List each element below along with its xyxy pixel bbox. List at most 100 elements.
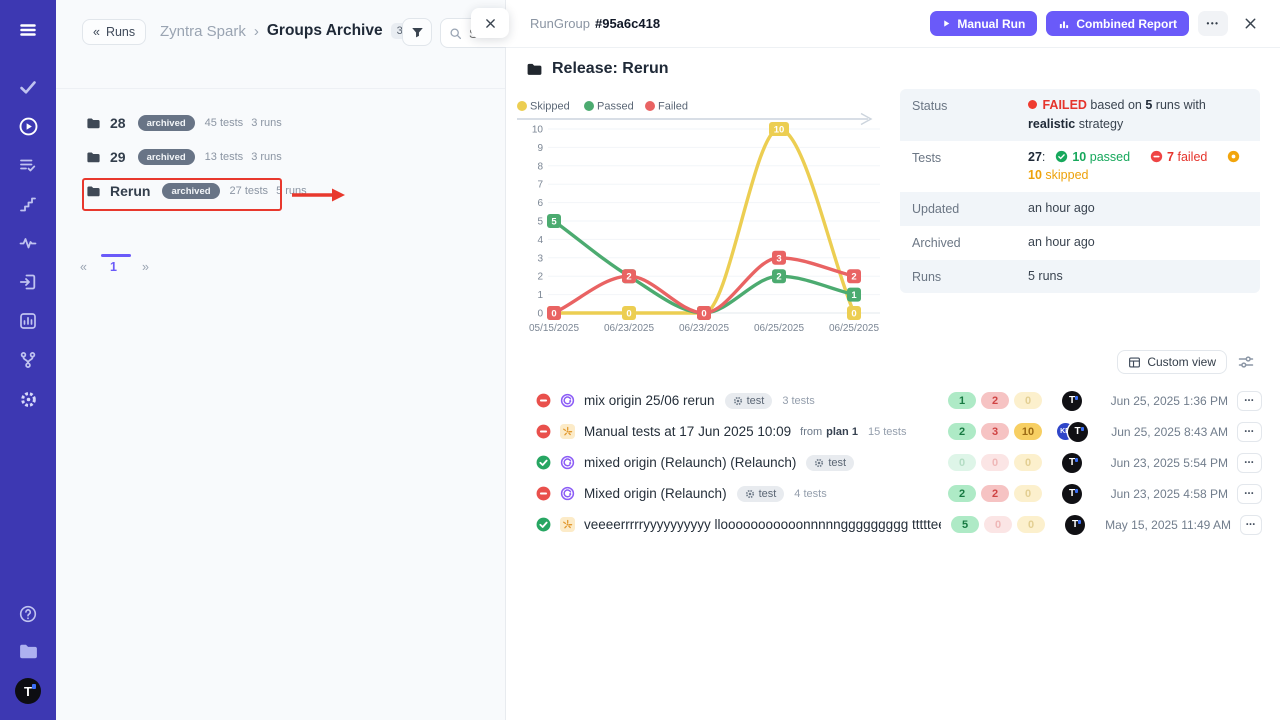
- tests-icon[interactable]: [12, 77, 44, 97]
- settings-gear-icon[interactable]: [12, 389, 44, 409]
- passed-count-pill: 1: [948, 392, 976, 409]
- avatar[interactable]: T: [1062, 484, 1082, 504]
- run-row[interactable]: mixed origin (Relaunch) (Relaunch) test 00…: [506, 447, 1280, 478]
- next-page-button[interactable]: »: [142, 260, 149, 274]
- status-row: Status FAILED based on 5 runs with reali…: [900, 89, 1260, 141]
- plan-link[interactable]: plan 1: [826, 426, 858, 438]
- archived-badge: archived: [162, 183, 219, 199]
- page-number[interactable]: 1: [110, 260, 117, 274]
- header-divider: [56, 88, 505, 89]
- avatar[interactable]: T: [1062, 391, 1082, 411]
- help-icon[interactable]: [12, 604, 44, 624]
- result-counts: 220: [948, 485, 1042, 502]
- svg-text:06/23/2025: 06/23/2025: [604, 323, 654, 334]
- panel-close-button[interactable]: [1243, 16, 1258, 31]
- combined-report-button[interactable]: Combined Report: [1046, 11, 1189, 36]
- manual-run-label: Manual Run: [957, 17, 1025, 31]
- prev-page-button[interactable]: «: [80, 260, 87, 274]
- custom-view-button[interactable]: Custom view: [1117, 350, 1227, 374]
- projects-folder-icon[interactable]: [12, 641, 44, 661]
- run-title[interactable]: mix origin 25/06 rerun: [584, 393, 715, 408]
- manual-run-icon: [560, 517, 584, 532]
- group-tests-count: 27 tests: [230, 185, 269, 197]
- archived-badge: archived: [138, 115, 195, 131]
- pulse-icon[interactable]: [12, 233, 44, 253]
- header-more-button[interactable]: •••: [1198, 11, 1228, 36]
- run-date: Jun 23, 2025 5:54 PM: [1102, 456, 1228, 470]
- rungroup-detail-panel: RunGroup #95a6c418 Manual Run Combined R…: [506, 0, 1280, 720]
- user-avatar[interactable]: T: [15, 678, 41, 704]
- sliders-icon[interactable]: [1238, 354, 1254, 370]
- back-to-runs-button[interactable]: « Runs: [82, 19, 146, 45]
- import-icon[interactable]: [12, 272, 44, 292]
- run-row[interactable]: Mixed origin (Relaunch) test 4 tests 220 T Ju…: [506, 478, 1280, 509]
- failed-status-icon: [536, 424, 560, 439]
- filter-button[interactable]: [402, 18, 432, 46]
- folder-icon: [86, 150, 101, 165]
- runs-icon[interactable]: [12, 116, 44, 136]
- run-title[interactable]: Manual tests at 17 Jun 2025 10:09: [584, 424, 791, 439]
- group-row[interactable]: 28 archived 45 tests 3 runs: [56, 106, 505, 140]
- row-more-button[interactable]: •••: [1237, 484, 1262, 504]
- skipped-count-pill: 0: [1017, 516, 1045, 533]
- result-counts: 500: [951, 516, 1045, 533]
- avatar[interactable]: T: [1068, 422, 1088, 442]
- updated-row: Updated an hour ago: [900, 192, 1260, 226]
- popover-close-button[interactable]: [471, 8, 509, 38]
- menu-icon[interactable]: [12, 20, 44, 40]
- row-more-button[interactable]: •••: [1237, 453, 1262, 473]
- info-label: Archived: [912, 233, 1028, 253]
- breadcrumb-project[interactable]: Zyntra Spark: [160, 23, 246, 40]
- tests-value: 27: 10 passed 7 failed 10 skipped: [1028, 148, 1248, 186]
- avatars: T: [1042, 391, 1102, 411]
- branches-icon[interactable]: [12, 350, 44, 370]
- svg-text:9: 9: [537, 143, 543, 154]
- svg-text:Failed: Failed: [658, 101, 688, 113]
- info-label: Runs: [912, 267, 1028, 287]
- search-icon: [449, 27, 462, 40]
- run-row[interactable]: mix origin 25/06 reruntest3 tests120TJun…: [506, 385, 1280, 416]
- steps-icon[interactable]: [12, 194, 44, 214]
- groups-panel: « Runs Zyntra Spark › Groups Archive 3: [56, 0, 506, 720]
- avatar[interactable]: T: [1062, 453, 1082, 473]
- failed-status-icon: [536, 486, 560, 501]
- run-date: Jun 23, 2025 4:58 PM: [1102, 487, 1228, 501]
- skipped-count-pill: 0: [1014, 392, 1042, 409]
- run-title[interactable]: Mixed origin (Relaunch): [584, 486, 727, 501]
- failed-count-pill: 0: [981, 454, 1009, 471]
- detail-header: RunGroup #95a6c418 Manual Run Combined R…: [506, 0, 1280, 48]
- run-row[interactable]: Manual tests at 17 Jun 2025 10:09frompla…: [506, 416, 1280, 447]
- tests-count: 3 tests: [782, 395, 814, 407]
- test-tag-badge: test: [737, 486, 785, 502]
- run-title[interactable]: veeeerrrrryyyyyyyyyy llooooooooooonnnnng…: [584, 517, 941, 532]
- group-row-rerun[interactable]: Rerun archived 27 tests 5 runs: [56, 174, 505, 208]
- row-more-button[interactable]: •••: [1237, 422, 1262, 442]
- svg-text:2: 2: [537, 272, 543, 283]
- run-title[interactable]: mixed origin (Relaunch) (Relaunch): [584, 455, 796, 470]
- runs-list: mix origin 25/06 reruntest3 tests120TJun…: [506, 385, 1280, 540]
- play-icon: [942, 19, 951, 28]
- run-row[interactable]: veeeerrrrryyyyyyyyyy llooooooooooonnnnng…: [506, 509, 1280, 540]
- page-title: Groups Archive: [267, 22, 383, 40]
- row-more-button[interactable]: •••: [1237, 391, 1262, 411]
- test-tag-badge: test: [806, 455, 854, 471]
- tests-count: 4 tests: [794, 488, 826, 500]
- rungroup-title-text: Release: Rerun: [552, 60, 669, 78]
- svg-text:1: 1: [851, 290, 857, 301]
- skipped-count-pill: 0: [1014, 454, 1042, 471]
- group-row[interactable]: 29 archived 13 tests 3 runs: [56, 140, 505, 174]
- test-tag-badge: test: [725, 393, 773, 409]
- folder-icon: [86, 184, 101, 199]
- group-list: 28 archived 45 tests 3 runs 29 archived …: [56, 106, 505, 208]
- archived-value: an hour ago: [1028, 233, 1248, 253]
- svg-text:0: 0: [701, 309, 706, 320]
- reports-icon[interactable]: [12, 311, 44, 331]
- avatar[interactable]: T: [1065, 515, 1085, 535]
- test-plans-icon[interactable]: [12, 155, 44, 175]
- group-tests-count: 13 tests: [205, 151, 244, 163]
- archived-badge: archived: [138, 149, 195, 165]
- manual-run-button[interactable]: Manual Run: [930, 11, 1037, 36]
- avatars: T: [1042, 484, 1102, 504]
- skipped-count-pill: 10: [1014, 423, 1042, 440]
- row-more-button[interactable]: •••: [1240, 515, 1262, 535]
